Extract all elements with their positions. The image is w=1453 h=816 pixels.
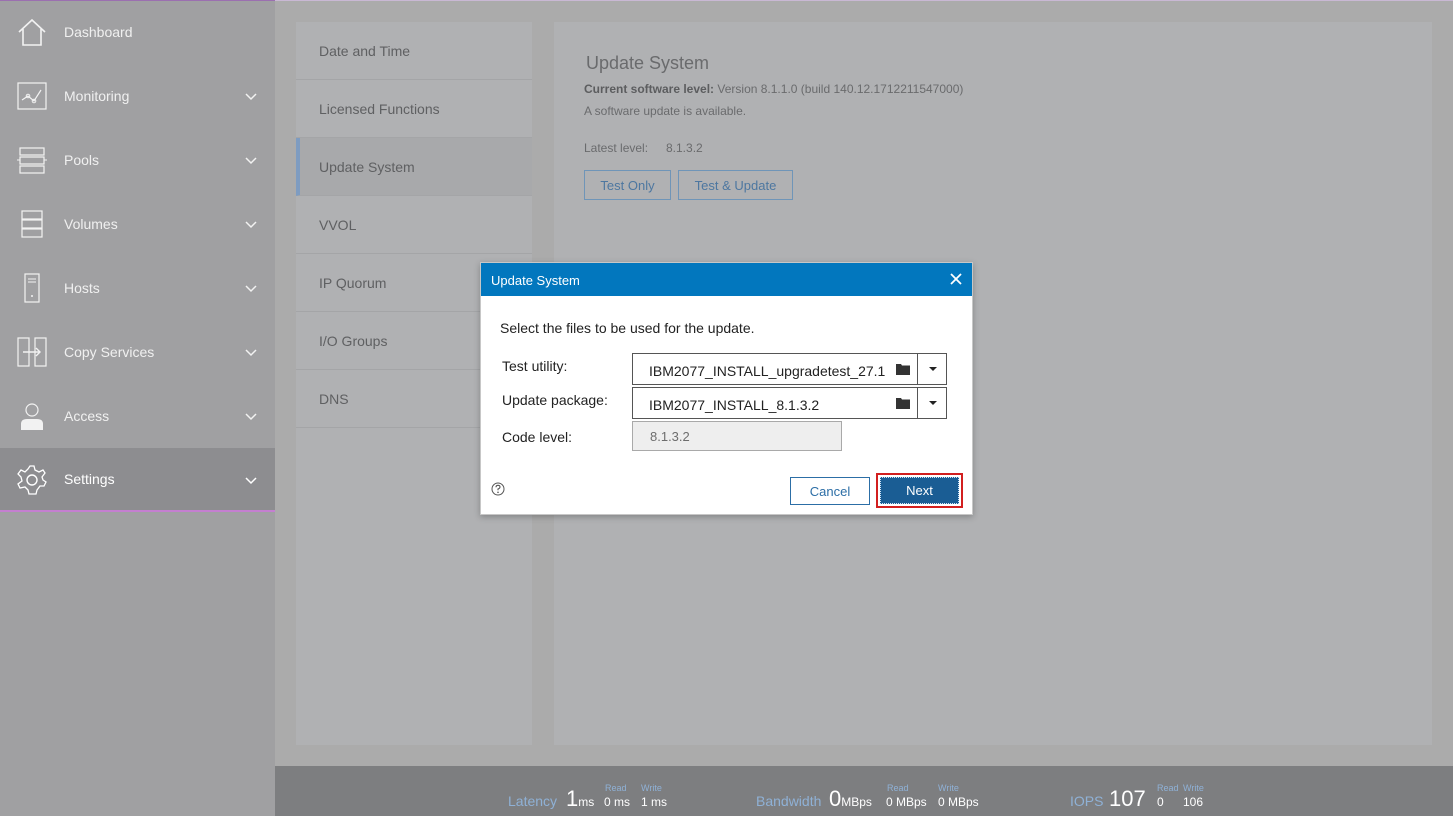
bandwidth-value: 0MBps: [829, 786, 872, 811]
iops-value: 107: [1109, 786, 1146, 811]
sidebar-item-hosts[interactable]: Hosts: [0, 256, 275, 320]
latency-write-value: 1 ms: [641, 795, 668, 809]
latest-level: Latest level: 8.1.3.2: [584, 141, 703, 155]
bandwidth-write-value: 0 MBps: [938, 795, 979, 809]
chevron-down-icon: [245, 285, 257, 293]
update-package-value: IBM2077_INSTALL_8.1.3.2: [649, 397, 820, 413]
bandwidth-write-label: Write: [938, 783, 959, 793]
folder-icon[interactable]: [896, 397, 910, 409]
chevron-down-icon: [245, 93, 257, 101]
caret-down-icon[interactable]: [926, 364, 940, 374]
sidebar-item-volumes[interactable]: Volumes: [0, 192, 275, 256]
test-utility-label: Test utility:: [502, 358, 568, 374]
sidebar-item-label: Dashboard: [64, 24, 133, 40]
sidebar-item-label: Pools: [64, 152, 100, 168]
sidebar-item-label: Volumes: [64, 216, 118, 232]
copy-services-icon: [17, 337, 47, 367]
folder-icon[interactable]: [896, 363, 910, 375]
update-package-label: Update package:: [502, 392, 608, 408]
sidebar-item-label: Settings: [64, 471, 115, 487]
test-utility-value: IBM2077_INSTALL_upgradetest_27.1: [649, 363, 886, 379]
latency-write-label: Write: [641, 783, 662, 793]
sidebar: Dashboard Monitoring Pools Volumes Hosts…: [0, 0, 275, 816]
panel-title: Update System: [586, 53, 710, 73]
chevron-down-icon: [245, 221, 257, 229]
help-icon[interactable]: [491, 482, 505, 496]
latency-value: 1ms: [566, 786, 595, 811]
current-software-level: Current software level: Version 8.1.1.0 …: [584, 82, 963, 96]
next-button[interactable]: Next: [880, 477, 959, 504]
dialog-title: Update System: [491, 273, 580, 288]
bandwidth-read-label: Read: [887, 783, 909, 793]
caret-down-icon[interactable]: [926, 398, 940, 408]
test-and-update-button[interactable]: Test & Update: [678, 170, 793, 200]
sidebar-item-monitoring[interactable]: Monitoring: [0, 64, 275, 128]
latest-level-label: Latest level:: [584, 141, 649, 155]
current-level-label: Current software level:: [584, 82, 715, 96]
latest-level-value: 8.1.3.2: [666, 141, 703, 155]
latency-label: Latency: [508, 793, 558, 809]
sidebar-item-dashboard[interactable]: Dashboard: [0, 0, 275, 64]
subnav-item-vvol[interactable]: VVOL: [296, 196, 532, 254]
bandwidth-read-value: 0 MBps: [886, 795, 927, 809]
dialog-prompt: Select the files to be used for the upda…: [500, 320, 755, 336]
iops-write-label: Write: [1183, 783, 1204, 793]
bandwidth-stats: Bandwidth 0MBps Read 0 MBps Write 0 MBps: [756, 766, 996, 816]
bandwidth-label: Bandwidth: [756, 793, 822, 809]
latency-read-value: 0 ms: [604, 795, 631, 809]
subnav-item-update-system[interactable]: Update System: [296, 138, 532, 196]
next-button-highlight: Next: [876, 473, 963, 508]
gear-icon: [17, 465, 47, 495]
test-only-button[interactable]: Test Only: [584, 170, 671, 200]
sidebar-item-label: Hosts: [64, 280, 100, 296]
iops-stats: IOPS 107 Read 0 Write 106: [1070, 766, 1230, 816]
code-level-label: Code level:: [502, 429, 573, 445]
dialog-header: Update System: [481, 263, 972, 296]
close-icon[interactable]: [948, 269, 964, 287]
latency-read-label: Read: [605, 783, 627, 793]
status-bar: Latency 1ms Read 0 ms Write 1 ms Bandwid…: [275, 766, 1453, 816]
cancel-button[interactable]: Cancel: [790, 477, 870, 505]
sidebar-item-pools[interactable]: Pools: [0, 128, 275, 192]
sidebar-item-copy-services[interactable]: Copy Services: [0, 320, 275, 384]
subnav-item-licensed-functions[interactable]: Licensed Functions: [296, 80, 532, 138]
sidebar-item-settings[interactable]: Settings: [0, 448, 275, 512]
iops-write-value: 106: [1183, 795, 1204, 809]
dropdown-separator: [917, 388, 918, 418]
update-system-dialog: Update System Select the files to be use…: [480, 262, 973, 515]
pools-icon: [17, 147, 47, 174]
iops-label: IOPS: [1070, 793, 1104, 809]
code-level-value: 8.1.3.2: [650, 429, 690, 444]
chevron-down-icon: [245, 157, 257, 165]
subnav-item-date-and-time[interactable]: Date and Time: [296, 22, 532, 80]
main-top-accent: [275, 0, 1453, 1]
code-level-field: 8.1.3.2: [632, 421, 842, 451]
volumes-icon: [21, 210, 43, 238]
sidebar-item-access[interactable]: Access: [0, 384, 275, 448]
sidebar-item-label: Monitoring: [64, 88, 130, 104]
access-icon: [21, 403, 43, 430]
chevron-down-icon: [245, 349, 257, 357]
chevron-down-icon: [245, 413, 257, 421]
dropdown-separator: [917, 354, 918, 384]
current-level-value: Version 8.1.1.0 (build 140.12.1712211547…: [717, 82, 964, 96]
chevron-down-icon: [245, 477, 257, 485]
update-package-file-select[interactable]: IBM2077_INSTALL_8.1.3.2: [632, 387, 947, 419]
sidebar-item-label: Copy Services: [64, 344, 155, 360]
latency-stats: Latency 1ms Read 0 ms Write 1 ms: [508, 766, 678, 816]
update-available-text: A software update is available.: [584, 104, 747, 118]
home-icon: [18, 18, 46, 46]
monitoring-icon: [17, 82, 47, 110]
hosts-icon: [24, 273, 40, 303]
test-utility-file-select[interactable]: IBM2077_INSTALL_upgradetest_27.1: [632, 353, 947, 385]
iops-read-label: Read: [1157, 783, 1179, 793]
iops-read-value: 0: [1157, 795, 1164, 809]
sidebar-item-label: Access: [64, 408, 110, 424]
